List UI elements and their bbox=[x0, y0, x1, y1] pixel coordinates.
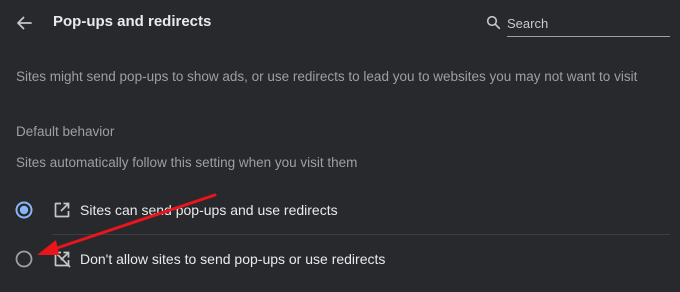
section-subtitle: Sites automatically follow this setting … bbox=[16, 155, 358, 170]
option-divider bbox=[52, 234, 670, 235]
section-heading: Default behavior bbox=[16, 124, 115, 139]
search-underline bbox=[507, 36, 670, 37]
blocked-open-in-new-icon bbox=[53, 250, 71, 268]
page-title: Pop-ups and redirects bbox=[53, 13, 212, 30]
back-button[interactable] bbox=[12, 11, 36, 35]
arrow-back-icon bbox=[17, 16, 32, 30]
search-icon bbox=[486, 15, 501, 30]
option-label: Don't allow sites to send pop-ups or use… bbox=[80, 251, 386, 267]
page-description: Sites might send pop-ups to show ads, or… bbox=[16, 69, 638, 84]
open-in-new-icon bbox=[54, 202, 70, 218]
search-box[interactable] bbox=[484, 10, 670, 37]
option-label: Sites can send pop-ups and use redirects bbox=[80, 202, 338, 218]
radio-unselected[interactable] bbox=[15, 250, 33, 268]
option-block-popups[interactable]: Don't allow sites to send pop-ups or use… bbox=[0, 239, 680, 279]
page-header: Pop-ups and redirects bbox=[0, 0, 680, 46]
option-allow-popups[interactable]: Sites can send pop-ups and use redirects bbox=[0, 190, 680, 230]
search-input[interactable] bbox=[507, 12, 667, 34]
radio-selected[interactable] bbox=[15, 201, 33, 219]
